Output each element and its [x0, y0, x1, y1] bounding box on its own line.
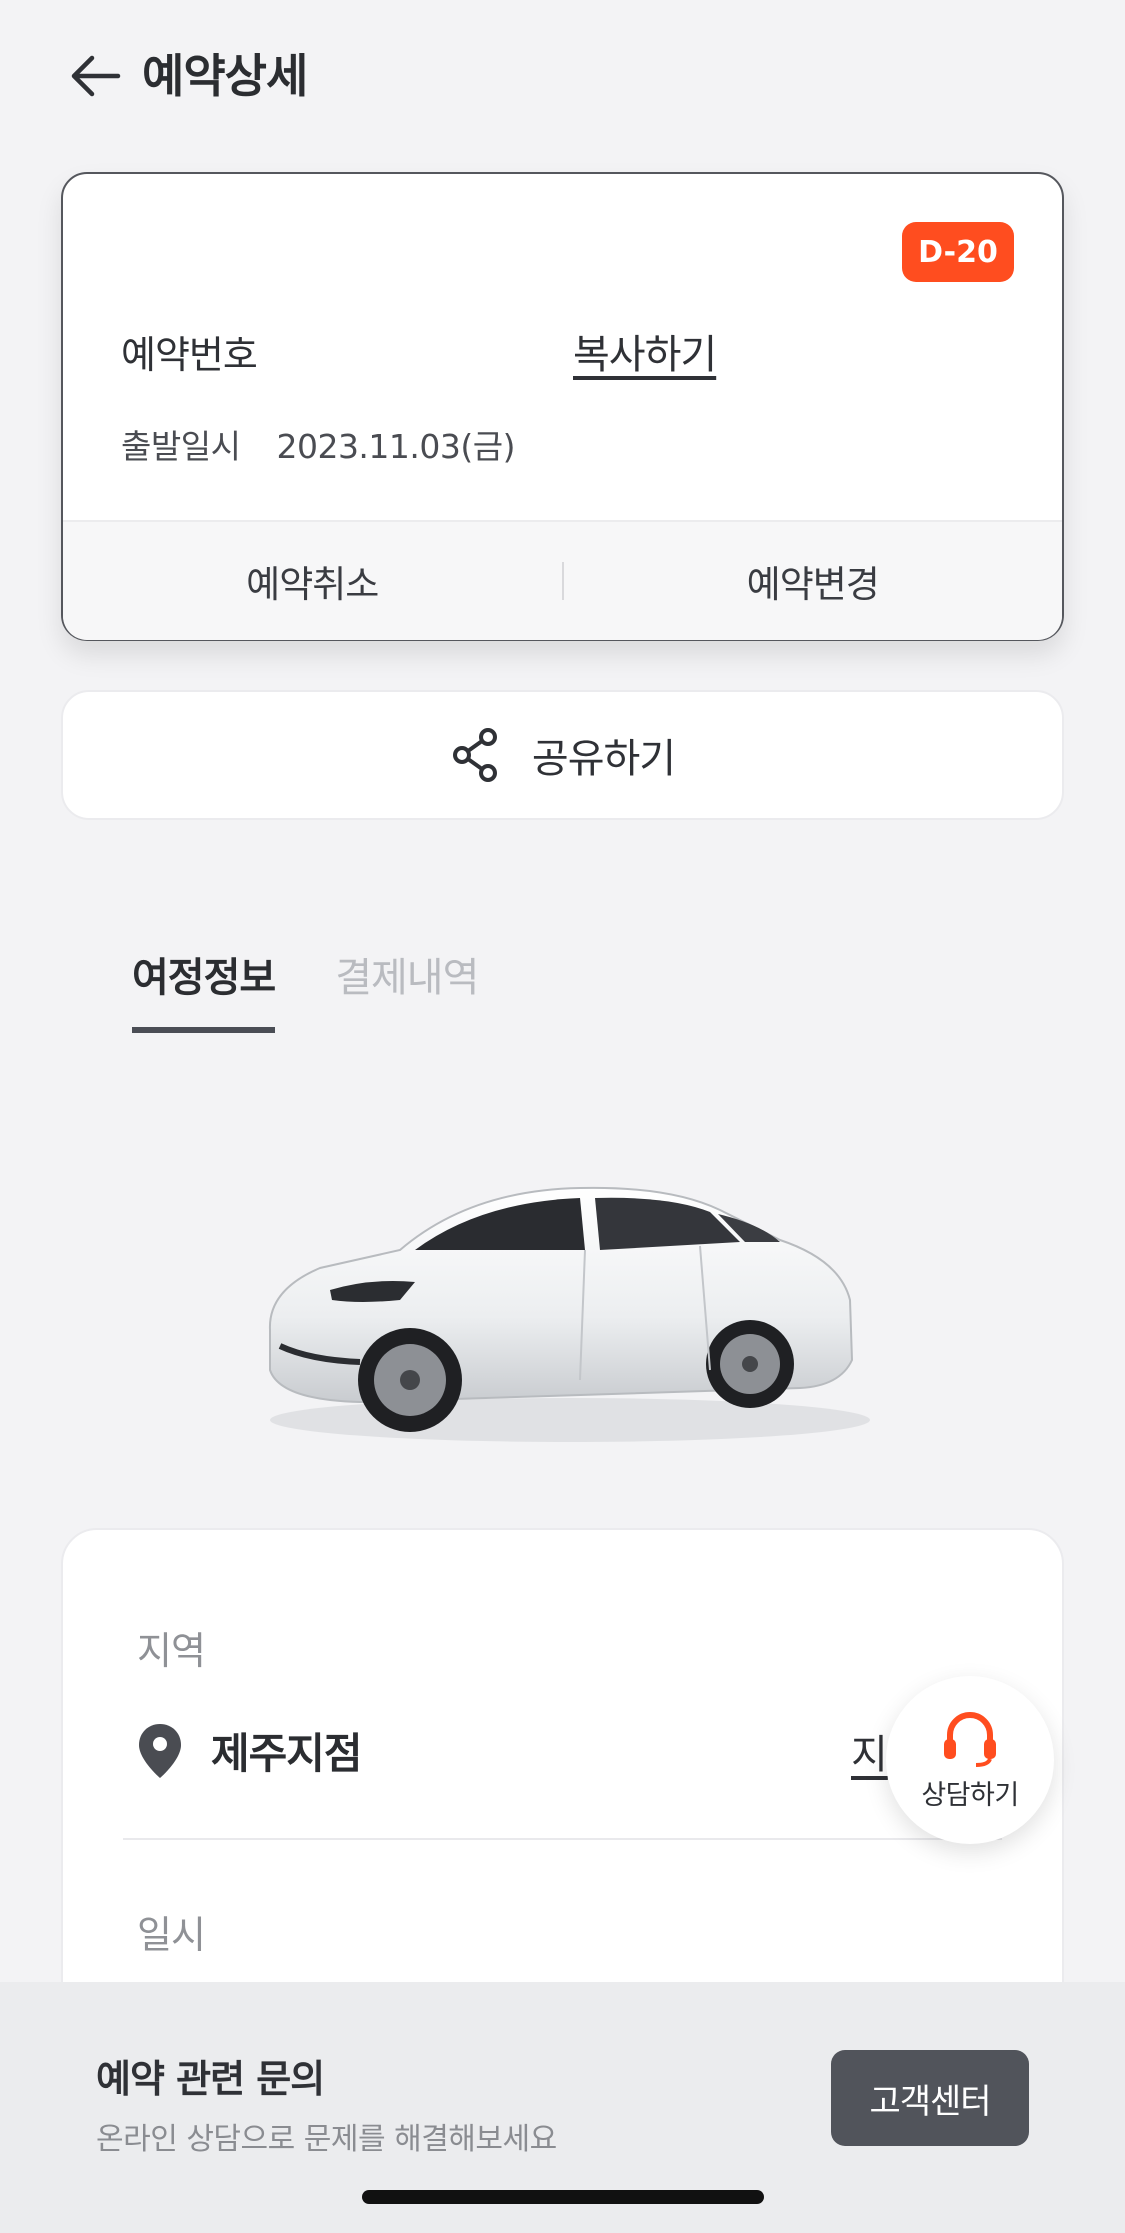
dday-badge: D-20: [902, 222, 1014, 282]
car-image: [240, 1150, 880, 1450]
tab-itinerary[interactable]: 여정정보: [132, 945, 276, 1033]
tab-payment[interactable]: 결제내역: [335, 945, 479, 1033]
consult-label: 상담하기: [921, 1779, 1019, 1811]
bottom-inquiry-bar: 예약 관련 문의 온라인 상담으로 문제를 해결해보세요 고객센터: [0, 1982, 1125, 2233]
back-button[interactable]: [62, 44, 126, 108]
location-name: 제주지점: [211, 1729, 363, 1778]
location-pin-icon: [139, 1723, 181, 1778]
info-divider: [123, 1838, 1002, 1840]
home-indicator: [362, 2190, 764, 2204]
consult-floating-button[interactable]: 상담하기: [886, 1676, 1054, 1844]
header: 예약상세: [0, 0, 1125, 150]
datetime-label: 일시: [137, 1913, 206, 1957]
share-icon: [452, 728, 497, 782]
reservation-number-label: 예약번호: [121, 333, 258, 377]
reservation-card: D-20 예약번호 복사하기 출발일시 2023.11.03(금) 예약취소 예…: [61, 172, 1064, 641]
departure-label: 출발일시: [121, 427, 241, 466]
location-row: 제주지점: [137, 1720, 363, 1781]
copy-button[interactable]: 복사하기: [573, 322, 717, 380]
headset-icon: [944, 1711, 996, 1767]
departure-date: 2023.11.03(금): [276, 427, 516, 466]
departure-row: 출발일시 2023.11.03(금): [121, 420, 516, 468]
inquiry-title: 예약 관련 문의: [96, 2057, 325, 2101]
page-title: 예약상세: [142, 49, 308, 103]
reservation-detail-page: 예약상세 D-20 예약번호 복사하기 출발일시 2023.11.03(금) 예…: [0, 0, 1125, 2233]
map-link[interactable]: 지: [851, 1722, 888, 1780]
reservation-actions: 예약취소 예약변경: [63, 522, 1062, 640]
change-reservation-button[interactable]: 예약변경: [564, 554, 1063, 608]
tab-bar: 여정정보 결제내역: [132, 945, 479, 1033]
inquiry-subtitle: 온라인 상담으로 문제를 해결해보세요: [96, 2122, 557, 2157]
cancel-reservation-button[interactable]: 예약취소: [63, 554, 562, 608]
share-button[interactable]: 공유하기: [61, 690, 1064, 820]
share-label: 공유하기: [531, 736, 676, 782]
arrow-left-icon: [71, 55, 121, 97]
region-label: 지역: [137, 1629, 206, 1673]
customer-center-button[interactable]: 고객센터: [831, 2050, 1029, 2146]
